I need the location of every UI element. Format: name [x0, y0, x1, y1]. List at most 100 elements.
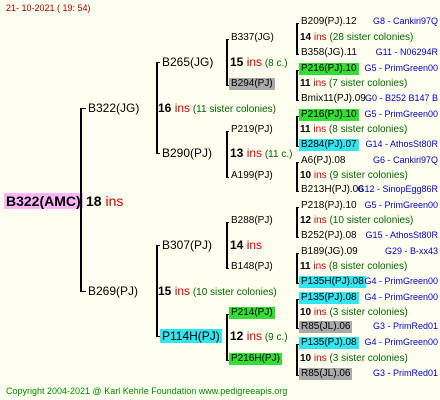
gen3-ins: 14 ins (28 sister colonies) [300, 33, 413, 43]
gen1-queen: B269(PJ) [88, 284, 139, 298]
root-ins: 18 ins [86, 194, 123, 208]
gen2-ins: 12 ins (9 c.) [230, 330, 288, 343]
gen3-ins: 10 ins (3 sister colonies) [300, 354, 408, 364]
ins-count: 15 [158, 284, 172, 298]
connector-line [156, 62, 158, 154]
breeding-line: G12 - SinopEgg86R [357, 184, 438, 194]
ins-label: ins [171, 101, 191, 115]
breeding-line: G5 - PrimGreen00 [364, 109, 438, 119]
ins-count: 11 [300, 261, 311, 272]
connector-line [296, 207, 298, 237]
gen3-ins: 11 ins (8 sister colonies) [300, 262, 407, 272]
ins-label: ins [243, 238, 263, 252]
ins-count: 14 [230, 238, 244, 252]
breeding-line: G8 - Cankiri97Q [372, 16, 438, 26]
gen4-queen: R85(JL).06 [299, 368, 353, 380]
gen3-queen: B288(PJ) [231, 215, 273, 226]
ins-count: 10 [300, 353, 312, 364]
ins-label: ins [311, 353, 327, 364]
connector-line [226, 222, 228, 268]
sister-colonies-note: (10 sister colonies) [326, 215, 414, 226]
gen3-queen: P214(PJ) [229, 307, 275, 319]
ins-label: ins [311, 215, 327, 226]
breeding-line: G6 - Cankiri97Q [372, 155, 438, 165]
gen4-queen: B284(PJ).07 [299, 139, 359, 151]
gen4-queen: P216(PJ).10 [299, 63, 359, 75]
sister-colonies-note: (8 sister colonies) [326, 124, 408, 135]
gen3-ins: 10 ins (3 sister colonies) [300, 308, 408, 318]
ins-label: ins [101, 193, 124, 209]
gen4-queen: B189(JG).09 [301, 246, 358, 257]
connector-line [296, 299, 298, 328]
sister-colonies-note: (9 sister colonies) [326, 170, 408, 181]
gen2-ins: 13 ins (11 c.) [230, 147, 292, 160]
gen4-queen: Bmix11(PJ).09 [301, 93, 366, 104]
connector-line [296, 116, 298, 146]
copyright-footer: Copyright 2004-2021 @ Karl Kehrle Founda… [6, 386, 288, 396]
gen3-ins: 11 ins (7 sister colonies) [300, 79, 407, 89]
sister-colonies-note: (7 sister colonies) [326, 78, 408, 89]
ins-count: 15 [230, 55, 244, 69]
gen1-ins: 16 ins (11 sister colonies) [158, 102, 276, 115]
ins-count: 13 [230, 146, 244, 160]
gen4-queen: P135(PJ).08 [299, 292, 359, 304]
ins-label: ins [171, 284, 191, 298]
gen3-queen: B294(PJ) [229, 78, 275, 90]
gen4-queen: B209(PJ).12 [301, 16, 357, 27]
ins-label: ins [310, 78, 327, 89]
gen2-ins: 15 ins (8 c.) [230, 56, 288, 69]
gen3-ins: 12 ins (10 sister colonies) [300, 216, 413, 226]
gen2-queen: B290(PJ) [162, 146, 213, 160]
ins-label: ins [311, 170, 327, 181]
gen4-queen: P218(PJ).10 [301, 200, 357, 211]
gen4-queen: P135H(PJ).08 [299, 276, 366, 288]
gen3-ins: 10 ins (9 sister colonies) [300, 171, 408, 181]
sister-colonies-note: (8 sister colonies) [326, 261, 408, 272]
pedigree-chart: 21- 10-2021 ( 19: 54) B322(AMC) 18 ins B32… [0, 0, 440, 400]
breeding-line: G0 - B252 B147 B [364, 93, 438, 103]
gen3-queen: B148(PJ) [231, 261, 273, 272]
breeding-line: G14 - AthosSt80R [365, 139, 438, 149]
ins-label: ins [311, 32, 327, 43]
sister-colonies-note: (11 sister colonies) [190, 104, 277, 115]
connector-line [226, 314, 228, 360]
gen3-ins: 11 ins (8 sister colonies) [300, 125, 407, 135]
connector-line [226, 39, 228, 85]
connector-line [156, 245, 158, 337]
sister-colonies-note: (8 c.) [262, 58, 288, 69]
connector-line [296, 70, 298, 100]
sister-colonies-note: (28 sister colonies) [326, 32, 414, 43]
connector-line [296, 23, 298, 54]
breeding-line: G11 - N06294R [375, 47, 438, 57]
gen2-queen: P114H(PJ) [160, 329, 222, 343]
gen1-queen: B322(JG) [88, 101, 140, 115]
breeding-line: G3 - PrimRed01 [372, 321, 438, 331]
ins-count: 10 [300, 307, 312, 318]
gen1-ins: 15 ins (10 sister colonies) [158, 285, 277, 298]
sister-colonies-note: (11 c.) [262, 149, 293, 160]
ins-label: ins [243, 55, 263, 69]
breeding-line: G4 - PrimGreen00 [364, 292, 438, 302]
gen4-queen: P135(PJ).08 [299, 337, 359, 349]
breeding-line: G3 - PrimRed01 [372, 368, 438, 378]
ins-count: 14 [300, 32, 312, 43]
ins-count: 10 [300, 170, 312, 181]
ins-count: 12 [300, 215, 312, 226]
breeding-line: G5 - PrimGreen00 [364, 63, 438, 73]
connector-line [296, 253, 298, 283]
breeding-line: G29 - B-xx43 [384, 246, 438, 256]
gen2-queen: B265(JG) [162, 55, 214, 69]
gen4-queen: P216(PJ).10 [299, 109, 359, 121]
ins-label: ins [243, 146, 263, 160]
root-queen: B322(AMC) [4, 193, 83, 209]
ins-count: 12 [230, 329, 244, 343]
sister-colonies-note: (3 sister colonies) [326, 307, 408, 318]
breeding-line: G4 - PrimGreen00 [364, 337, 438, 347]
breeding-line: G15 - AthosSt80R [365, 230, 438, 240]
breeding-line: G5 - PrimGreen00 [364, 200, 438, 210]
ins-label: ins [310, 261, 327, 272]
gen2-queen: B307(PJ) [162, 238, 213, 252]
connector-line [296, 162, 298, 191]
gen3-queen: P216H(PJ) [229, 353, 282, 365]
gen4-queen: R85(JL).06 [299, 321, 353, 333]
